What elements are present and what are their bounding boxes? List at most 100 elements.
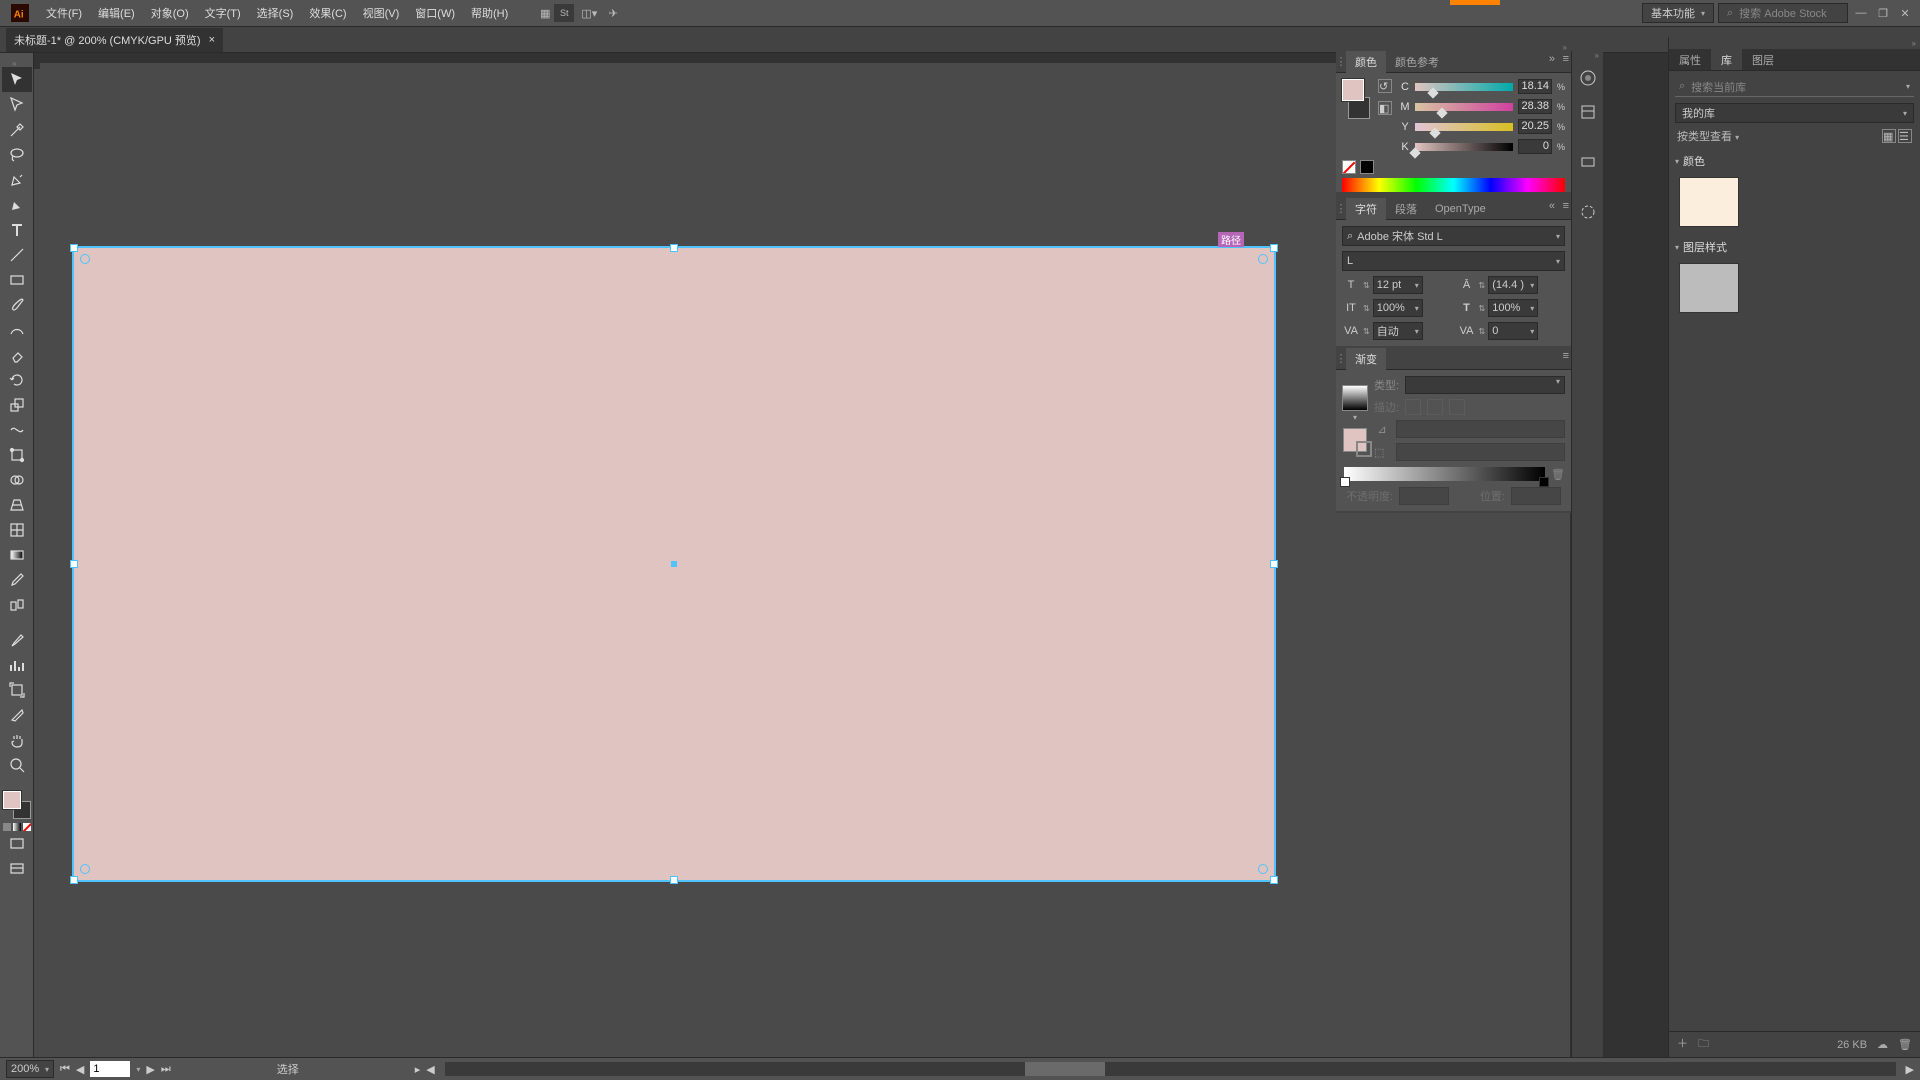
font-style-select[interactable]: L▾	[1342, 251, 1565, 271]
black-slider[interactable]	[1415, 143, 1513, 151]
mesh-tool[interactable]	[2, 517, 32, 542]
grid-view-icon[interactable]: ▦	[1882, 129, 1896, 143]
library-section-colors[interactable]: ▾颜色	[1675, 153, 1914, 169]
artboard-number-input[interactable]: 1	[90, 1061, 130, 1077]
zoom-select[interactable]: 200%▾	[6, 1060, 54, 1078]
prev-artboard-icon[interactable]: ◀	[76, 1063, 84, 1076]
yellow-value[interactable]: 20.25	[1518, 119, 1552, 134]
perspective-tool[interactable]	[2, 492, 32, 517]
tab-color-guide[interactable]: 颜色参考	[1386, 51, 1448, 73]
tab-layers[interactable]: 图层	[1742, 49, 1784, 70]
expand-strip-icon[interactable]: »	[1572, 51, 1603, 59]
tab-gradient[interactable]: 渐变	[1346, 348, 1386, 370]
tab-character[interactable]: 字符	[1346, 198, 1386, 220]
panel-grip-icon[interactable]: ⋮	[1336, 202, 1346, 215]
corner-widget[interactable]	[80, 254, 90, 264]
magic-wand-tool[interactable]	[2, 117, 32, 142]
shape-builder-tool[interactable]	[2, 467, 32, 492]
libraries-strip-icon[interactable]	[1572, 97, 1603, 127]
resize-handle[interactable]	[670, 876, 678, 884]
menu-type[interactable]: 文字(T)	[197, 2, 249, 24]
yellow-slider[interactable]	[1415, 123, 1513, 131]
width-tool[interactable]	[2, 417, 32, 442]
gradient-tool[interactable]	[2, 542, 32, 567]
library-color-swatch[interactable]	[1679, 177, 1739, 227]
panel-collapse-icon[interactable]: «	[1549, 200, 1555, 212]
menu-select[interactable]: 选择(S)	[249, 2, 302, 24]
arrange-documents-icon[interactable]: ◫▾	[580, 4, 598, 22]
corner-widget[interactable]	[1258, 254, 1268, 264]
selection-tool[interactable]	[2, 67, 32, 92]
panel-expand-icon[interactable]: »	[1549, 53, 1555, 65]
cyan-slider[interactable]	[1415, 83, 1513, 91]
document-tab[interactable]: 未标题-1* @ 200% (CMYK/GPU 预览) ×	[6, 28, 223, 52]
panel-menu-icon[interactable]: ≡	[1563, 200, 1569, 212]
resize-handle[interactable]	[70, 876, 78, 884]
window-close-icon[interactable]: ✕	[1896, 4, 1914, 22]
none-swatch[interactable]	[1342, 160, 1356, 174]
menu-view[interactable]: 视图(V)	[355, 2, 408, 24]
free-transform-tool[interactable]	[2, 442, 32, 467]
font-family-select[interactable]: ⌕Adobe 宋体 Std L▾	[1342, 226, 1565, 246]
menu-file[interactable]: 文件(F)	[38, 2, 90, 24]
lasso-tool[interactable]	[2, 142, 32, 167]
resize-handle[interactable]	[70, 560, 78, 568]
window-restore-icon[interactable]: ❐	[1874, 4, 1892, 22]
scale-tool[interactable]	[2, 392, 32, 417]
spectrum-ramp[interactable]	[1342, 178, 1565, 192]
slice-tool[interactable]	[2, 702, 32, 727]
curvature-tool[interactable]	[2, 192, 32, 217]
tab-properties[interactable]: 属性	[1669, 49, 1711, 70]
corner-widget[interactable]	[80, 864, 90, 874]
gradient-preview[interactable]	[1342, 385, 1368, 411]
magenta-slider[interactable]	[1415, 103, 1513, 111]
next-artboard-icon[interactable]: ▶	[146, 1063, 154, 1076]
shaper-tool[interactable]	[2, 317, 32, 342]
collapse-tools-icon[interactable]: «	[12, 59, 20, 67]
panel-grip-icon[interactable]: ⋮	[1336, 352, 1346, 365]
none-mode-icon[interactable]	[23, 823, 31, 831]
resize-handle[interactable]	[70, 244, 78, 252]
type-tool[interactable]	[2, 217, 32, 242]
app-logo[interactable]: Ai	[10, 3, 30, 23]
first-artboard-icon[interactable]: ⏮	[60, 1063, 70, 1076]
resize-handle[interactable]	[670, 244, 678, 252]
artboard-tool[interactable]	[2, 677, 32, 702]
scroll-left-icon[interactable]: ◀	[426, 1063, 434, 1076]
cyan-value[interactable]: 18.14	[1518, 79, 1552, 94]
zoom-tool[interactable]	[2, 752, 32, 777]
pen-tool[interactable]	[2, 167, 32, 192]
tab-libraries[interactable]: 库	[1711, 49, 1742, 70]
menu-effect[interactable]: 效果(C)	[301, 2, 354, 24]
hand-tool[interactable]	[2, 727, 32, 752]
workspace-switcher[interactable]: 基本功能▾	[1642, 3, 1714, 23]
menu-object[interactable]: 对象(O)	[143, 2, 197, 24]
gradient-fill-stroke[interactable]	[1343, 428, 1367, 452]
brushes-strip-icon[interactable]	[1572, 147, 1603, 177]
gradient-mode-icon[interactable]	[13, 823, 21, 831]
corner-widget[interactable]	[1258, 864, 1268, 874]
change-screen-mode-icon[interactable]	[2, 856, 32, 881]
library-display-mode[interactable]: 按类型查看 ▾ ▦☰	[1675, 127, 1914, 145]
library-style-swatch[interactable]	[1679, 263, 1739, 313]
black-value[interactable]: 0	[1518, 139, 1552, 154]
status-menu-icon[interactable]: ▸	[415, 1063, 421, 1076]
leading-input[interactable]: (14.4 )▾	[1488, 276, 1538, 294]
swap-fill-stroke-icon[interactable]: ↺	[1378, 79, 1392, 93]
panel-menu-icon[interactable]: ≡	[1563, 53, 1569, 65]
fill-stroke-preview[interactable]	[1342, 79, 1370, 119]
resize-handle[interactable]	[1270, 876, 1278, 884]
gpu-rocket-icon[interactable]: ✈	[604, 4, 622, 22]
vscale-input[interactable]: 100%▾	[1373, 299, 1423, 317]
library-selector[interactable]: 我的库▾	[1675, 103, 1914, 123]
menu-help[interactable]: 帮助(H)	[463, 2, 516, 24]
tab-paragraph[interactable]: 段落	[1386, 198, 1426, 220]
color-themes-icon[interactable]	[1572, 63, 1603, 93]
delete-stop-icon[interactable]: 🗑	[1551, 468, 1565, 481]
rectangle-tool[interactable]	[2, 267, 32, 292]
rotate-tool[interactable]	[2, 367, 32, 392]
last-artboard-icon[interactable]: ⏭	[161, 1063, 171, 1076]
eyedropper-tool[interactable]	[2, 567, 32, 592]
kerning-input[interactable]: 自动▾	[1373, 322, 1423, 340]
tracking-input[interactable]: 0▾	[1488, 322, 1538, 340]
